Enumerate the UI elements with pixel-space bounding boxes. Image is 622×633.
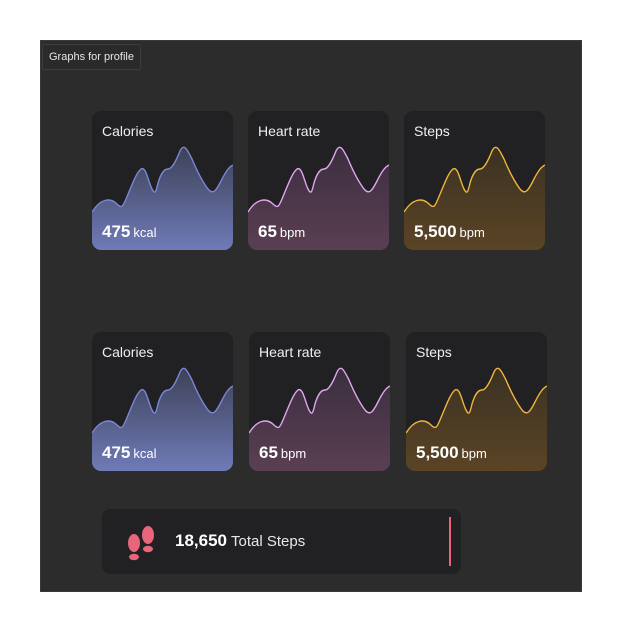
total-steps: 18,650 Total Steps — [175, 531, 305, 551]
card-title: Steps — [416, 344, 452, 360]
steps-card[interactable]: Steps 5,500 bpm — [406, 332, 547, 471]
card-value-unit: kcal — [133, 225, 157, 240]
card-title: Heart rate — [258, 123, 321, 139]
card-value-number: 5,500 — [414, 222, 457, 241]
card-value-number: 5,500 — [416, 443, 459, 462]
card-value: 65 bpm — [259, 443, 306, 463]
card-value-unit: bpm — [279, 225, 306, 240]
calories-card[interactable]: Calories 475 kcal — [92, 111, 233, 250]
calories-card[interactable]: Calories 475 kcal — [92, 332, 233, 471]
card-value-unit: kcal — [133, 446, 157, 461]
steps-card[interactable]: Steps 5,500 bpm — [404, 111, 545, 250]
card-value-unit: bpm — [461, 446, 487, 461]
card-title: Calories — [102, 344, 154, 360]
card-title: Steps — [414, 123, 450, 139]
card-value: 5,500 bpm — [414, 222, 485, 242]
total-steps-bar[interactable]: 18,650 Total Steps — [102, 509, 461, 574]
card-title: Heart rate — [259, 344, 322, 360]
card-value-number: 475 — [102, 443, 131, 462]
card-value: 5,500 bpm — [416, 443, 487, 463]
card-value-number: 65 — [258, 222, 277, 241]
frame-title[interactable]: Graphs for profile — [42, 44, 141, 70]
card-value: 475 kcal — [102, 222, 157, 242]
card-value-unit: bpm — [459, 225, 485, 240]
card-value: 475 kcal — [102, 443, 157, 463]
total-steps-value: 18,650 — [175, 531, 227, 550]
card-value-number: 65 — [259, 443, 278, 462]
accent-divider — [449, 517, 451, 566]
footprints-icon — [128, 526, 154, 561]
heart-rate-card[interactable]: Heart rate 65 bpm — [248, 111, 389, 250]
card-value: 65 bpm — [258, 222, 305, 242]
heart-rate-card[interactable]: Heart rate 65 bpm — [249, 332, 390, 471]
card-value-number: 475 — [102, 222, 131, 241]
card-title: Calories — [102, 123, 154, 139]
card-value-unit: bpm — [280, 446, 307, 461]
total-steps-label: Total Steps — [231, 533, 306, 550]
